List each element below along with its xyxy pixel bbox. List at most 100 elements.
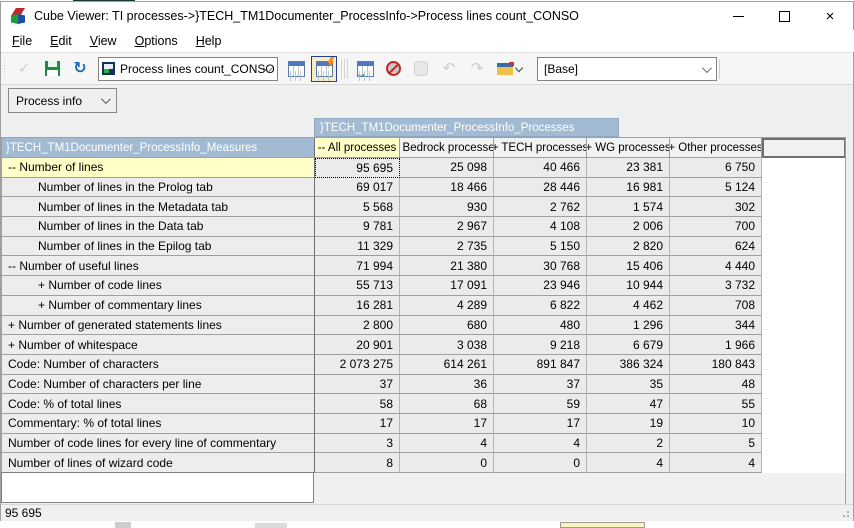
- row-header-cell[interactable]: + Number of generated statements lines: [2, 316, 315, 336]
- row-header-cell[interactable]: -- Number of lines: [2, 158, 315, 178]
- data-cell[interactable]: 2 820: [587, 237, 670, 257]
- data-cell[interactable]: 23 381: [587, 158, 670, 178]
- data-cell[interactable]: 2 762: [494, 197, 587, 217]
- data-cell[interactable]: 3 038: [400, 335, 494, 355]
- data-cell[interactable]: 55: [670, 394, 762, 414]
- data-cell[interactable]: 25 098: [400, 158, 494, 178]
- data-cell[interactable]: 69 017: [315, 178, 400, 198]
- refresh-button[interactable]: ↻: [67, 56, 93, 82]
- data-cell[interactable]: 2: [587, 434, 670, 454]
- data-cell[interactable]: 95 695: [315, 158, 400, 178]
- data-cell[interactable]: 4: [494, 434, 587, 454]
- data-cell[interactable]: 48: [670, 375, 762, 395]
- open-subset-button[interactable]: [492, 56, 526, 82]
- data-cell[interactable]: 3 732: [670, 276, 762, 296]
- row-header-cell[interactable]: Code: Number of characters per line: [2, 375, 315, 395]
- data-cell[interactable]: 2 073 275: [315, 355, 400, 375]
- row-header-cell[interactable]: Number of lines in the Data tab: [2, 217, 315, 237]
- data-cell[interactable]: 4: [400, 434, 494, 454]
- maximize-button[interactable]: [761, 2, 807, 30]
- row-header-cell[interactable]: Code: Number of characters: [2, 355, 315, 375]
- database-button[interactable]: [408, 56, 434, 82]
- data-cell[interactable]: 17: [315, 414, 400, 434]
- column-dimension-header[interactable]: }TECH_TM1Documenter_ProcessInfo_Processe…: [314, 118, 619, 137]
- data-cell[interactable]: 5 150: [494, 237, 587, 257]
- menu-item-help[interactable]: Help: [187, 31, 231, 51]
- export-button[interactable]: →: [352, 56, 378, 82]
- row-header-cell[interactable]: + Number of whitespace: [2, 335, 315, 355]
- data-cell[interactable]: 19: [587, 414, 670, 434]
- data-cell[interactable]: 18 466: [400, 178, 494, 198]
- data-cell[interactable]: 624: [670, 237, 762, 257]
- data-cell[interactable]: 17: [400, 414, 494, 434]
- row-header-cell[interactable]: Code: % of total lines: [2, 394, 315, 414]
- data-cell[interactable]: 4: [670, 453, 762, 473]
- menu-item-file[interactable]: File: [3, 31, 41, 51]
- row-header-cell[interactable]: Number of lines in the Prolog tab: [2, 178, 315, 198]
- data-cell[interactable]: 20 901: [315, 335, 400, 355]
- data-cell[interactable]: 37: [494, 375, 587, 395]
- data-cell[interactable]: 17 091: [400, 276, 494, 296]
- data-cell[interactable]: 35: [587, 375, 670, 395]
- data-cell[interactable]: 40 466: [494, 158, 587, 178]
- column-header[interactable]: -- All processes: [315, 138, 400, 158]
- menu-item-view[interactable]: View: [81, 31, 126, 51]
- recalculate-button[interactable]: [283, 56, 309, 82]
- redo-button[interactable]: ↷: [464, 56, 490, 82]
- data-cell[interactable]: 4 440: [670, 256, 762, 276]
- data-cell[interactable]: 4 289: [400, 296, 494, 316]
- data-cell[interactable]: 1 296: [587, 316, 670, 336]
- data-cell[interactable]: 9 218: [494, 335, 587, 355]
- row-header-cell[interactable]: Number of code lines for every line of c…: [2, 434, 315, 454]
- data-cell[interactable]: 6 822: [494, 296, 587, 316]
- resize-grip[interactable]: [839, 507, 851, 519]
- data-cell[interactable]: 4 108: [494, 217, 587, 237]
- save-button[interactable]: [39, 56, 65, 82]
- data-cell[interactable]: 6 750: [670, 158, 762, 178]
- data-cell[interactable]: 68: [400, 394, 494, 414]
- data-cell[interactable]: 2 735: [400, 237, 494, 257]
- row-header-cell[interactable]: Number of lines of wizard code: [2, 453, 315, 473]
- data-cell[interactable]: 37: [315, 375, 400, 395]
- data-cell[interactable]: 5: [670, 434, 762, 454]
- data-cell[interactable]: 16 281: [315, 296, 400, 316]
- column-header[interactable]: + Other processes: [670, 138, 762, 158]
- column-header[interactable]: + TECH processes: [494, 138, 587, 158]
- menu-item-edit[interactable]: Edit: [41, 31, 81, 51]
- row-header-cell[interactable]: + Number of commentary lines: [2, 296, 315, 316]
- toolbar-grip[interactable]: [3, 59, 7, 79]
- data-cell[interactable]: 10 944: [587, 276, 670, 296]
- data-cell[interactable]: 3: [315, 434, 400, 454]
- data-cell[interactable]: 614 261: [400, 355, 494, 375]
- data-cell[interactable]: 55 713: [315, 276, 400, 296]
- data-cell[interactable]: 700: [670, 217, 762, 237]
- data-cell[interactable]: 4: [587, 453, 670, 473]
- data-cell[interactable]: 28 446: [494, 178, 587, 198]
- column-header[interactable]: + Bedrock processes: [400, 138, 494, 158]
- undo-button[interactable]: ↶: [436, 56, 462, 82]
- column-header[interactable]: + WG processes: [587, 138, 670, 158]
- data-cell[interactable]: 6 679: [587, 335, 670, 355]
- data-cell[interactable]: 9 781: [315, 217, 400, 237]
- minimize-button[interactable]: [715, 2, 761, 30]
- data-cell[interactable]: 2 967: [400, 217, 494, 237]
- data-cell[interactable]: 8: [315, 453, 400, 473]
- data-cell[interactable]: 386 324: [587, 355, 670, 375]
- data-cell[interactable]: 5 568: [315, 197, 400, 217]
- subset-selector[interactable]: [Base]: [537, 57, 717, 81]
- data-cell[interactable]: 680: [400, 316, 494, 336]
- data-cell[interactable]: 0: [400, 453, 494, 473]
- data-cell[interactable]: 708: [670, 296, 762, 316]
- row-header-cell[interactable]: Number of lines in the Metadata tab: [2, 197, 315, 217]
- row-header-cell[interactable]: -- Number of useful lines: [2, 256, 315, 276]
- data-cell[interactable]: 23 946: [494, 276, 587, 296]
- row-header-cell[interactable]: Commentary: % of total lines: [2, 414, 315, 434]
- title-bar[interactable]: Cube Viewer: TI processes->}TECH_TM1Docu…: [1, 2, 853, 30]
- data-cell[interactable]: 10: [670, 414, 762, 434]
- auto-recalculate-button[interactable]: [311, 56, 337, 82]
- data-cell[interactable]: 17: [494, 414, 587, 434]
- suspend-updates-button[interactable]: [380, 56, 406, 82]
- data-cell[interactable]: 2 800: [315, 316, 400, 336]
- data-cell[interactable]: 71 994: [315, 256, 400, 276]
- data-cell[interactable]: 180 843: [670, 355, 762, 375]
